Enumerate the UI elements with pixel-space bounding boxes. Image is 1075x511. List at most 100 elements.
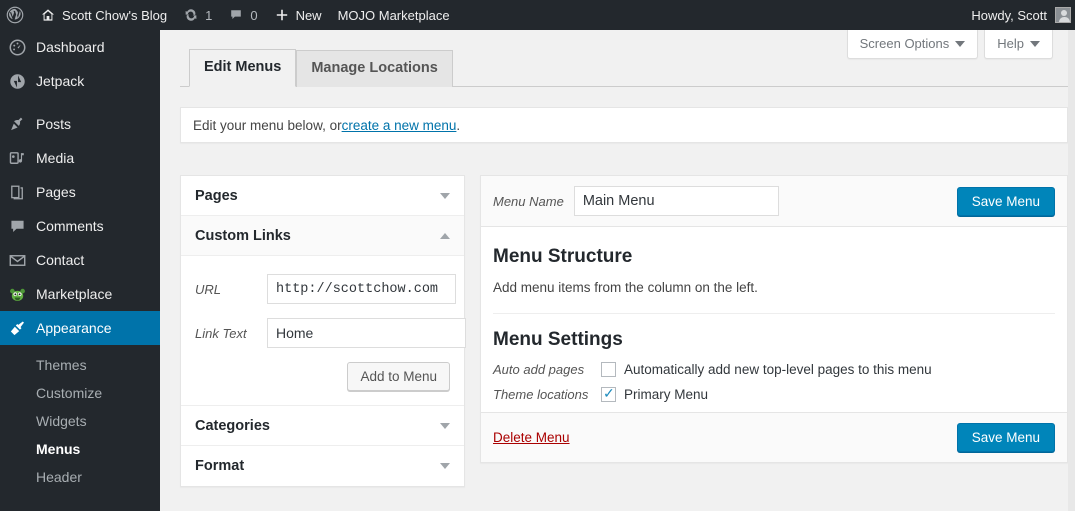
sidebar-item-label: Posts <box>36 116 72 132</box>
add-to-menu-button[interactable]: Add to Menu <box>347 362 450 391</box>
accordion-header-custom-links[interactable]: Custom Links <box>181 216 464 256</box>
comments-menu[interactable]: 0 <box>220 0 265 30</box>
envelope-icon <box>8 251 34 270</box>
sidebar-item-label: Comments <box>36 218 104 234</box>
accordion-header-pages[interactable]: Pages <box>181 176 464 216</box>
accordion-title: Categories <box>195 417 270 434</box>
accordion-header-categories[interactable]: Categories <box>181 406 464 446</box>
main-content: Screen Options Help Edit Menus Manage Lo… <box>160 30 1068 511</box>
chevron-up-icon <box>440 232 450 239</box>
primary-menu-text: Primary Menu <box>624 387 709 403</box>
howdy-label: Howdy, Scott <box>971 7 1047 23</box>
sidebar-item-dashboard[interactable]: Dashboard <box>0 30 160 64</box>
sidebar-item-label: Appearance <box>36 320 112 336</box>
custom-link-actions: Add to Menu <box>195 362 450 391</box>
sidebar-item-comments[interactable]: Comments <box>0 209 160 243</box>
sidebar-item-label: Dashboard <box>36 39 105 55</box>
mojo-marketplace-menu[interactable]: MOJO Marketplace <box>330 0 458 30</box>
menu-panel-body: Menu Structure Add menu items from the c… <box>481 227 1067 403</box>
pin-icon <box>8 115 34 134</box>
screen-options-label: Screen Options <box>859 36 950 51</box>
theme-locations-label: Theme locations <box>493 387 589 403</box>
sidebar-item-menus[interactable]: Menus <box>0 435 160 463</box>
menu-structure-help: Add menu items from the column on the le… <box>493 279 758 295</box>
tab-edit-menus[interactable]: Edit Menus <box>189 48 297 87</box>
divider <box>493 312 1055 314</box>
accordion-title: Format <box>195 458 245 474</box>
menu-settings-heading: Menu Settings <box>493 328 623 350</box>
accordion-title: Custom Links <box>195 227 291 244</box>
sidebar-item-contact[interactable]: Contact <box>0 243 160 277</box>
new-content-menu[interactable]: New <box>266 0 330 30</box>
sidebar-separator <box>0 98 160 107</box>
wp-logo-menu[interactable] <box>0 0 32 30</box>
chevron-down-icon <box>440 422 450 429</box>
delete-menu-link[interactable]: Delete Menu <box>493 430 570 445</box>
chevron-down-icon <box>440 192 450 199</box>
pages-icon <box>8 183 34 202</box>
sidebar-item-label: Marketplace <box>36 286 113 302</box>
site-name-label: Scott Chow's Blog <box>62 7 168 23</box>
comment-bubble-icon <box>8 217 34 236</box>
sidebar-item-label: Jetpack <box>36 73 85 89</box>
custom-link-text-row: Link Text <box>195 318 466 348</box>
sidebar-item-label: Pages <box>36 184 76 200</box>
home-icon <box>40 7 56 23</box>
marketplace-label: MOJO Marketplace <box>337 7 450 23</box>
sidebar-item-customize[interactable]: Customize <box>0 379 160 407</box>
notice-text-before: Edit your menu below, or <box>193 117 342 133</box>
media-music-icon <box>8 149 34 168</box>
updates-menu[interactable]: 1 <box>175 0 220 30</box>
dashboard-gauge-icon <box>8 38 34 57</box>
accordion-body-custom-links: URL Link Text Add to Menu <box>181 256 466 406</box>
appearance-submenu: Themes Customize Widgets Menus Header <box>0 345 160 499</box>
accordion-header-format[interactable]: Format <box>181 446 464 486</box>
site-name-menu[interactable]: Scott Chow's Blog <box>32 0 175 30</box>
auto-add-pages-label: Auto add pages <box>493 362 585 378</box>
sidebar-item-label: Contact <box>36 252 85 268</box>
sidebar-item-appearance[interactable]: Appearance <box>0 311 168 345</box>
save-menu-button-bottom[interactable]: Save Menu <box>956 423 1055 453</box>
url-input[interactable] <box>267 274 456 304</box>
sidebar-item-pages[interactable]: Pages <box>0 175 160 209</box>
primary-menu-checkbox[interactable] <box>601 385 616 403</box>
notice-text-after: . <box>456 117 461 133</box>
url-label: URL <box>195 281 222 297</box>
link-text-label: Link Text <box>195 325 247 341</box>
auto-add-pages-text: Automatically add new top-level pages to… <box>624 362 932 378</box>
right-edge-strip <box>1068 30 1075 511</box>
chevron-down-icon <box>1030 40 1040 47</box>
auto-add-pages-checkbox[interactable] <box>601 362 616 378</box>
admin-sidebar: Dashboard Jetpack Posts Media Pages Comm… <box>0 30 168 511</box>
nav-tab-wrapper: Edit Menus Manage Locations <box>180 48 1068 87</box>
plus-icon <box>274 7 290 23</box>
updates-icon <box>183 7 199 23</box>
notice-edit-menu: Edit your menu below, or create a new me… <box>180 107 1068 143</box>
create-new-menu-link[interactable]: create a new menu <box>342 118 457 133</box>
menu-edit-panel: Menu Name Save Menu Menu Structure Add m… <box>480 175 1068 464</box>
chevron-down-icon <box>440 463 450 469</box>
new-label: New <box>295 7 322 23</box>
sidebar-item-media[interactable]: Media <box>0 141 160 175</box>
menu-name-label: Menu Name <box>493 193 564 209</box>
add-menu-items-accordion: Pages Custom Links URL Link Text Add to … <box>180 175 466 487</box>
my-account-menu[interactable]: Howdy, Scott <box>971 0 1075 30</box>
help-label: Help <box>997 36 1024 51</box>
sidebar-item-jetpack[interactable]: Jetpack <box>0 64 160 98</box>
link-text-input[interactable] <box>267 318 466 348</box>
accordion-title: Pages <box>195 187 238 204</box>
menu-name-bar: Menu Name Save Menu <box>481 176 1067 227</box>
sidebar-item-posts[interactable]: Posts <box>0 107 160 141</box>
wordpress-logo-icon <box>6 6 24 24</box>
sidebar-item-themes[interactable]: Themes <box>0 351 160 379</box>
tab-manage-locations[interactable]: Manage Locations <box>296 49 453 87</box>
save-menu-button-top[interactable]: Save Menu <box>956 186 1055 216</box>
sidebar-item-marketplace[interactable]: Marketplace <box>0 277 160 311</box>
sidebar-item-header[interactable]: Header <box>0 463 160 491</box>
sidebar-item-widgets[interactable]: Widgets <box>0 407 160 435</box>
menu-structure-heading: Menu Structure <box>493 246 633 267</box>
paintbrush-icon <box>8 319 34 338</box>
menu-name-input[interactable] <box>573 186 779 216</box>
theme-locations-row: Theme locations Primary Menu <box>493 385 1055 403</box>
jetpack-icon <box>8 72 34 91</box>
